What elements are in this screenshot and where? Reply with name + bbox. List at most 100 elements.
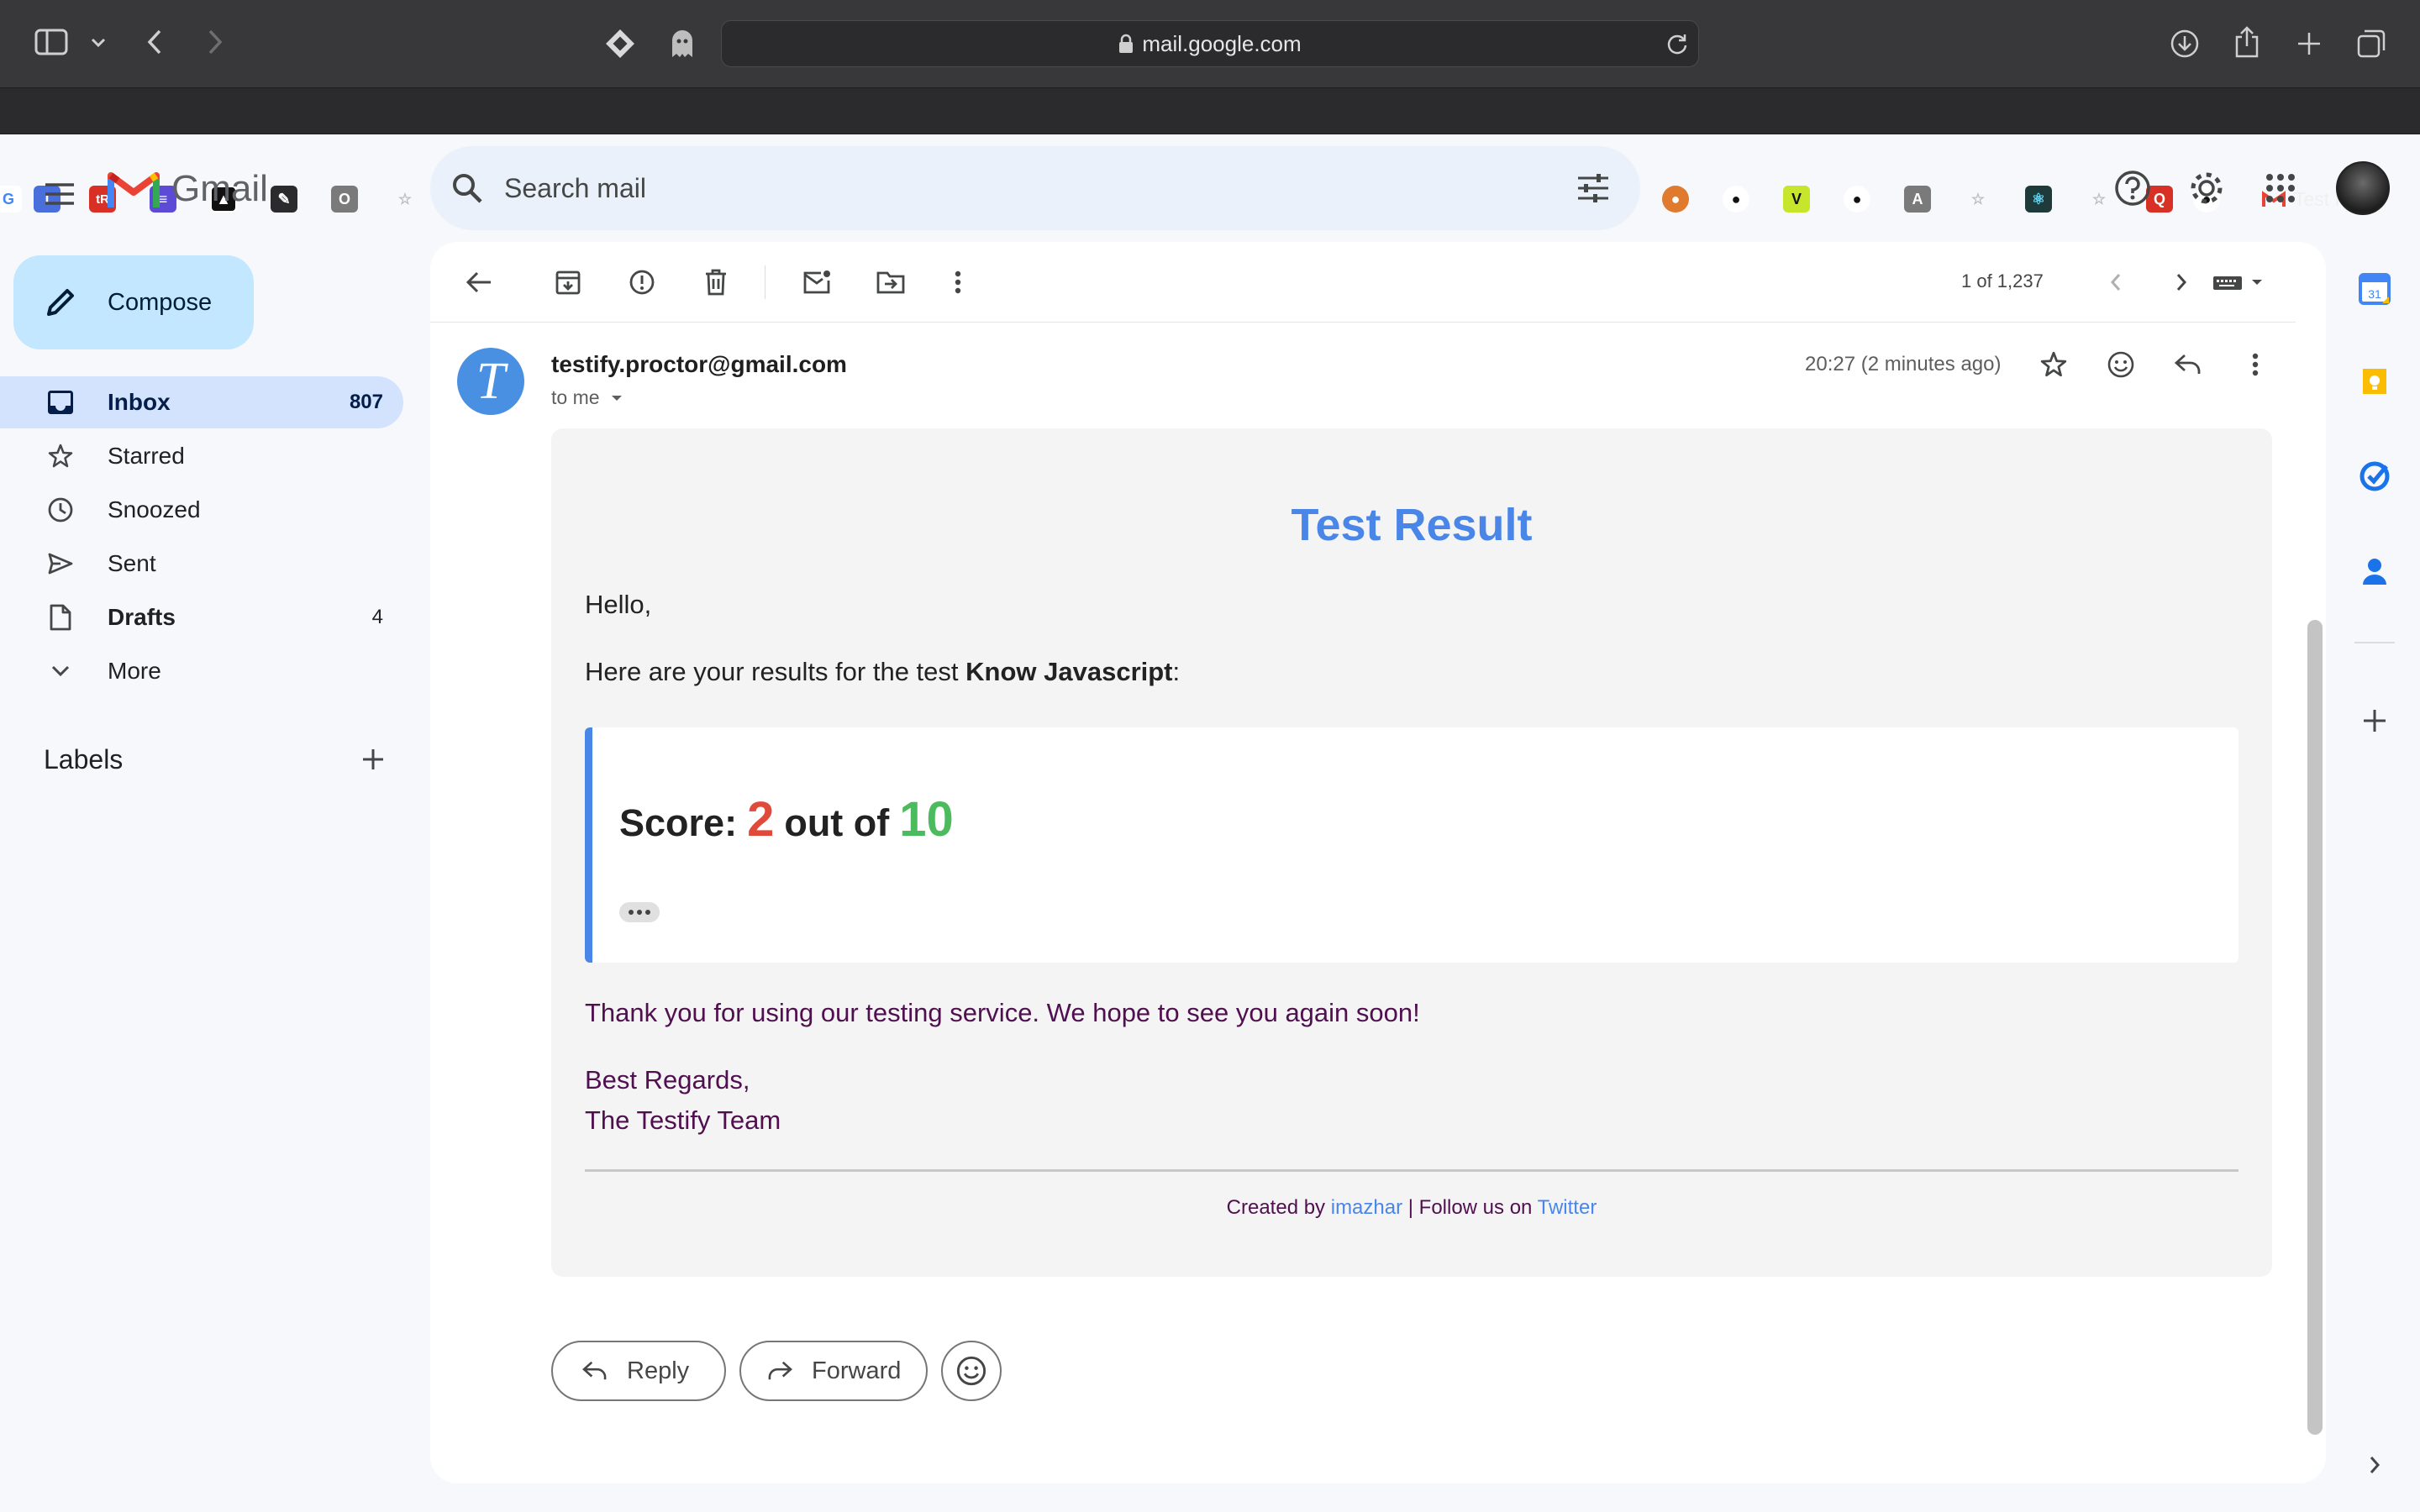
email-body: Test Result Hello, Here are your results… (551, 428, 2272, 1277)
gmail-logo[interactable]: Gmail (108, 168, 268, 210)
gmail-header: Gmail Search mail (0, 134, 2420, 242)
forward-nav-icon[interactable] (198, 25, 232, 59)
footer-prefix: Created by (1226, 1196, 1331, 1219)
back-to-inbox-icon[interactable] (459, 262, 499, 302)
recipient-details[interactable]: to me (551, 386, 623, 409)
thanks-text: Thank you for using our testing service.… (585, 998, 1420, 1027)
svg-text:31: 31 (2368, 287, 2381, 301)
reply-label: Reply (627, 1357, 690, 1384)
show-trimmed-content-button[interactable] (619, 902, 660, 922)
add-label-icon[interactable] (356, 743, 390, 776)
bookmarks-bar: G i tR ≡ ▲ ✎ O ☆ O ▲ ● ● ● ▲ ✎ O ▶ ≋ ☆ G… (0, 87, 2420, 213)
keep-app-icon[interactable] (2354, 363, 2395, 403)
email-intro: Here are your results for the test Know … (585, 657, 1180, 687)
sidebar-item-sent[interactable]: Sent (0, 538, 403, 590)
newer-chevron-icon[interactable] (2096, 262, 2136, 302)
labels-heading: Labels (44, 744, 124, 774)
email-greeting: Hello, (585, 590, 652, 619)
twitter-link[interactable]: Twitter (1538, 1196, 1597, 1219)
sidebar-item-label: Starred (108, 443, 185, 469)
reply-icon[interactable] (2168, 344, 2208, 385)
gmail-m-icon (108, 172, 160, 207)
pager-text: 1 of 1,237 (1961, 270, 2044, 291)
back-nav-icon[interactable] (138, 25, 171, 59)
forward-button[interactable]: Forward (739, 1341, 928, 1401)
forward-label: Forward (812, 1357, 902, 1384)
main-menu-icon[interactable] (37, 171, 82, 217)
clock-icon (45, 495, 76, 525)
search-bar[interactable]: Search mail (430, 146, 1640, 230)
archive-icon[interactable] (548, 262, 588, 302)
score-total: 10 (899, 792, 954, 847)
extension-diamond-icon[interactable] (602, 25, 639, 62)
tab-overview-icon[interactable] (2353, 25, 2390, 62)
star-icon (45, 441, 76, 471)
share-icon[interactable] (2228, 22, 2265, 62)
sender-avatar[interactable]: T (457, 348, 524, 415)
score-label: Score: (619, 801, 738, 844)
intro-prefix: Here are your results for the test (585, 657, 966, 686)
contacts-app-icon[interactable] (2354, 551, 2395, 591)
reply-arrow-icon (582, 1361, 607, 1380)
side-panel-divider (2354, 642, 2395, 643)
emoji-icon (956, 1356, 986, 1386)
message-toolbar: 1 of 1,237 (430, 242, 2296, 323)
sidebar-item-label: Sent (108, 550, 156, 576)
add-reaction-icon[interactable] (2101, 344, 2141, 385)
search-icon[interactable] (450, 171, 484, 205)
older-chevron-icon[interactable] (2161, 262, 2202, 302)
new-tab-icon[interactable] (2291, 25, 2328, 62)
sidebar-item-drafts[interactable]: Drafts 4 (0, 591, 403, 643)
sidebar-item-inbox[interactable]: Inbox 807 (0, 376, 403, 428)
show-side-panel-icon[interactable] (2354, 1445, 2395, 1485)
move-to-icon[interactable] (871, 262, 911, 302)
emoji-reaction-button[interactable] (941, 1341, 1002, 1401)
chevron-down-icon (45, 656, 76, 686)
calendar-app-icon[interactable]: 31 (2354, 269, 2395, 309)
mark-unread-icon[interactable] (797, 262, 837, 302)
tab-group-chevron-icon[interactable] (86, 30, 111, 55)
input-tools-icon[interactable] (2210, 262, 2270, 302)
sidebar-item-starred[interactable]: Starred (0, 430, 403, 482)
star-message-icon[interactable] (2033, 344, 2074, 385)
lock-icon (1118, 34, 1134, 54)
extension-ghost-icon[interactable] (664, 25, 701, 62)
sidebar-item-snoozed[interactable]: Snoozed (0, 484, 403, 536)
author-link[interactable]: imazhar (1331, 1196, 1402, 1219)
test-name: Know Javascript (965, 657, 1173, 686)
score-line: Score: 2 out of 10 (619, 791, 954, 848)
score-box: Score: 2 out of 10 (585, 727, 2238, 963)
tasks-app-icon[interactable] (2354, 455, 2395, 496)
browser-toolbar: mail.google.com (0, 0, 2420, 87)
reply-button[interactable]: Reply (551, 1341, 726, 1401)
scrollbar-thumb[interactable] (2307, 620, 2323, 1435)
sender-email[interactable]: testify.proctor@gmail.com (551, 351, 847, 378)
sidebar-item-label: Inbox (108, 389, 171, 415)
more-actions-icon[interactable] (938, 262, 978, 302)
download-icon[interactable] (2166, 25, 2203, 62)
account-avatar[interactable] (2336, 161, 2390, 215)
google-apps-icon[interactable] (2257, 165, 2304, 212)
message-more-icon[interactable] (2235, 344, 2275, 385)
search-input[interactable]: Search mail (504, 173, 646, 204)
settings-gear-icon[interactable] (2183, 165, 2230, 212)
reload-icon[interactable] (1662, 29, 1692, 59)
compose-button[interactable]: Compose (13, 255, 254, 349)
forward-arrow-icon (768, 1361, 792, 1380)
sidebar-item-more[interactable]: More (0, 645, 403, 697)
report-spam-icon[interactable] (622, 262, 662, 302)
email-title: Test Result (1291, 500, 1533, 550)
get-addons-icon[interactable] (2354, 701, 2395, 741)
address-bar[interactable]: mail.google.com (721, 20, 1699, 67)
footer-divider (585, 1169, 2238, 1172)
sidebar-toggle-icon[interactable] (32, 25, 71, 59)
search-options-icon[interactable] (1576, 173, 1610, 203)
send-icon (45, 549, 76, 579)
recipient-text: to me (551, 386, 600, 408)
message-timestamp: 20:27 (2 minutes ago) (1805, 353, 2002, 375)
help-icon[interactable] (2109, 165, 2156, 212)
delete-icon[interactable] (696, 262, 736, 302)
team-signature: The Testify Team (585, 1105, 781, 1135)
score-mid: out of (784, 801, 890, 844)
regards-text: Best Regards, (585, 1065, 750, 1095)
